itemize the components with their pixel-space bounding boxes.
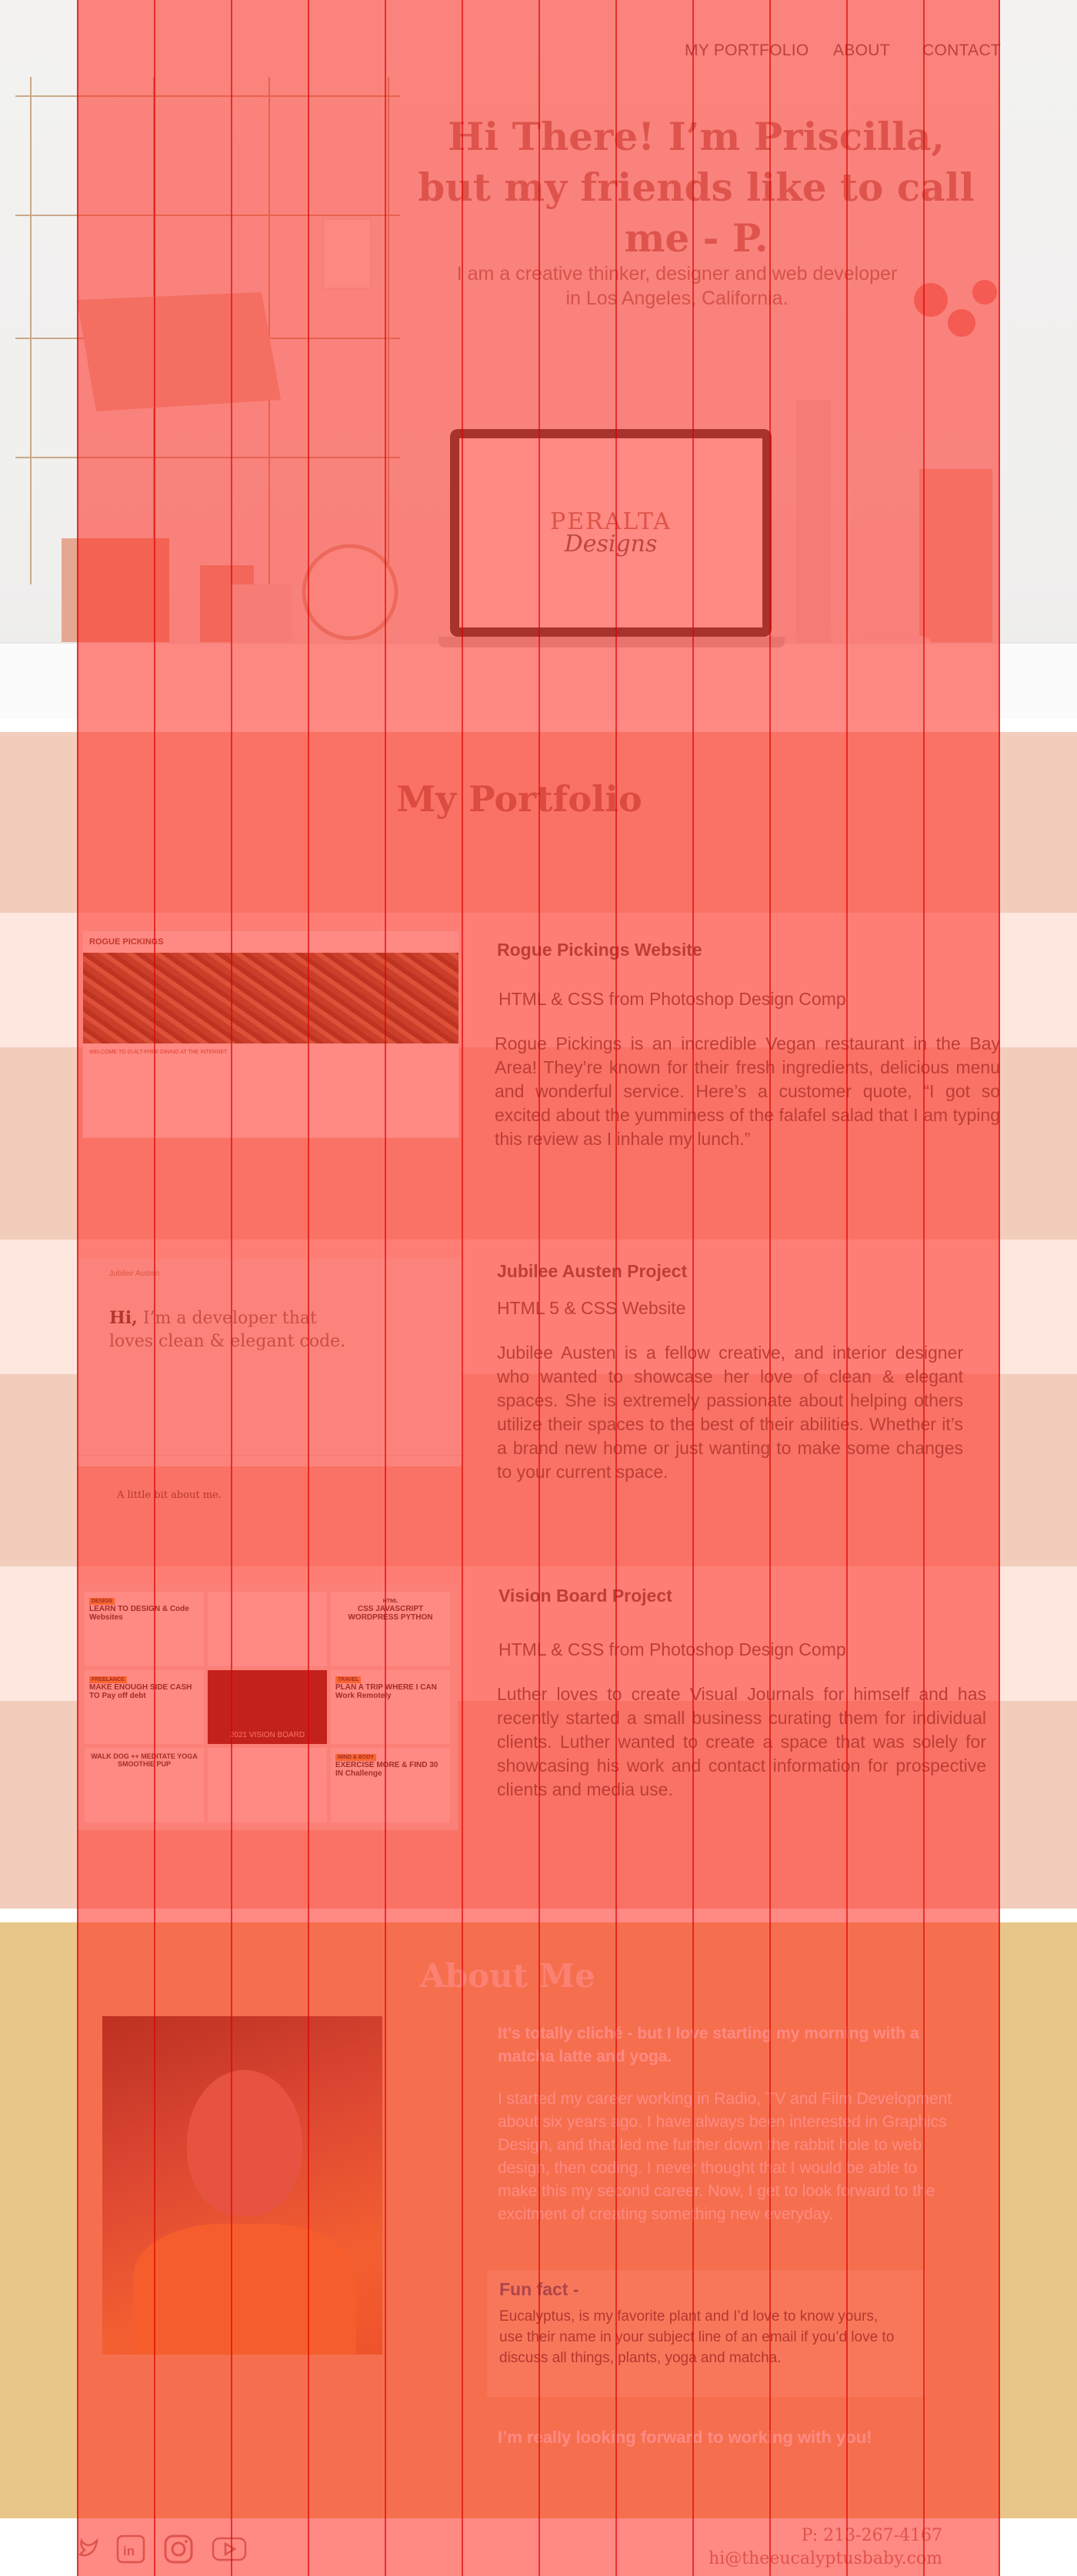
project-description: Rogue Pickings is an incredible Vegan re… [495,1033,1000,1149]
thumb-banner: WELCOME TO GUILT-FREE DINING AT THE INTE… [89,1050,228,1055]
project-title: Vision Board Project [498,1586,672,1606]
profile-face [187,2070,302,2216]
vision-tile-center: 2021 VISION BOARD [208,1669,327,1745]
profile-shirt [133,2224,356,2355]
thumb-hero-image [83,953,458,1043]
project-title: Jubilee Austen Project [497,1261,688,1281]
about-section: About Me It’s totally cliché - but I lov… [0,1922,1077,2518]
desk-surface [0,642,1077,719]
portfolio-section: My Portfolio ROGUE PICKINGS WELCOME TO G… [0,732,1077,1909]
hero-section: PERALTA Designs MY PORTFOLIO ABOUT CONTA… [0,0,1077,719]
vision-tile: MIND & BODY EXERCISE MORE & FIND 30 IN Ch… [331,1748,450,1822]
project-description: Luther loves to create Visual Journals f… [497,1684,986,1799]
thumb-divider [77,1455,462,1456]
hero-title-line1: Hi There! I’m Priscilla, [448,114,945,159]
svg-text:in: in [123,2544,135,2558]
linkedin-icon[interactable]: in [115,2534,146,2564]
thumb-hi: Hi, [109,1308,138,1328]
nav-item-portfolio[interactable]: MY PORTFOLIO [685,42,809,60]
hero-title: Hi There! I’m Priscilla, but my friends … [385,111,1008,264]
vision-tile: FREELANCE MAKE ENOUGH SIDE CASH TO Pay of… [85,1669,204,1745]
instagram-icon[interactable] [163,2534,194,2564]
laptop-base [438,637,785,647]
laptop: PERALTA Designs [450,429,772,637]
hero-subtitle-line1: I am a creative thinker, designer and we… [456,263,898,285]
vision-tile [208,1748,327,1822]
vision-tile: DESIGN LEARN TO DESIGN & Code Websites [85,1592,204,1666]
about-closing: I’m really looking forward to working wi… [498,2428,872,2447]
vision-tile: WALK DOG ++ MEDITATE YOGA SMOOTHIE PUP [85,1748,204,1822]
laptop-logo-line2: Designs [564,531,658,557]
thumb-brand: Jubilee Austen [109,1270,160,1278]
nav-item-contact[interactable]: CONTACT [922,42,1001,60]
thumb-brand: ROGUE PICKINGS [89,937,164,947]
social-links: in [77,2534,248,2564]
contact-info: P: 213-267-4167 hi@theeucalyptusbaby.com [692,2524,942,2571]
profile-photo [102,2016,382,2355]
project-title: Rogue Pickings Website [497,940,702,960]
hero-subtitle-line2: in Los Angeles, California. [565,288,789,309]
thumb-headline: Hi, I’m a developer that loves clean & e… [109,1306,363,1353]
thumb-headline-text: I’m a developer that loves clean & elega… [109,1309,346,1351]
twitter-icon[interactable] [77,2538,98,2561]
project-thumb-jubilee[interactable]: Jubilee Austen Hi, I’m a developer that … [77,1259,462,1501]
project-subtitle: HTML & CSS from Photoshop Design Comp [498,1639,846,1659]
project-thumb-vision[interactable]: DESIGN LEARN TO DESIGN & Code Websites HT… [77,1584,458,1830]
fun-fact-box: Fun fact - Eucalyptus, is my favorite pl… [487,2270,925,2397]
contact-phone: P: 213-267-4167 [801,2526,942,2545]
contact-email[interactable]: hi@theeucalyptusbaby.com [692,2548,942,2571]
vision-tile: TRAVEL PLAN A TRIP WHERE I CAN Work Remot… [331,1669,450,1745]
youtube-icon[interactable] [211,2534,248,2564]
project-description: Jubilee Austen is a fellow creative, and… [497,1343,963,1482]
project-subtitle: HTML 5 & CSS Website [497,1298,686,1318]
portfolio-heading: My Portfolio [396,778,642,820]
fun-fact-text: Eucalyptus, is my favorite plant and I’d… [499,2308,895,2366]
hero-subtitle: I am a creative thinker, designer and we… [408,261,946,311]
hero-title-line2: but my friends like to call me - P. [418,165,975,261]
thumb-footer: A little bit about me. [117,1489,222,1501]
vision-tile: HTML CSS JAVASCRIPT WORDPRESS PYTHON [331,1592,450,1666]
project-subtitle: HTML & CSS from Photoshop Design Comp [498,989,846,1009]
nav-item-about[interactable]: ABOUT [833,42,890,60]
fun-fact-title: Fun fact - [499,2279,579,2299]
footer: in P: 213-267-4167 hi@theeucalyptusbaby.… [0,2518,1077,2576]
vision-tile [208,1592,327,1666]
project-thumb-rogue[interactable]: ROGUE PICKINGS WELCOME TO GUILT-FREE DIN… [82,930,459,1138]
laptop-screen: PERALTA Designs [459,438,762,627]
about-body: I started my career working in Radio, TV… [498,2090,952,2223]
about-lead: It’s totally cliché - but I love startin… [498,2025,919,2065]
about-heading: About Me [420,1957,595,1995]
